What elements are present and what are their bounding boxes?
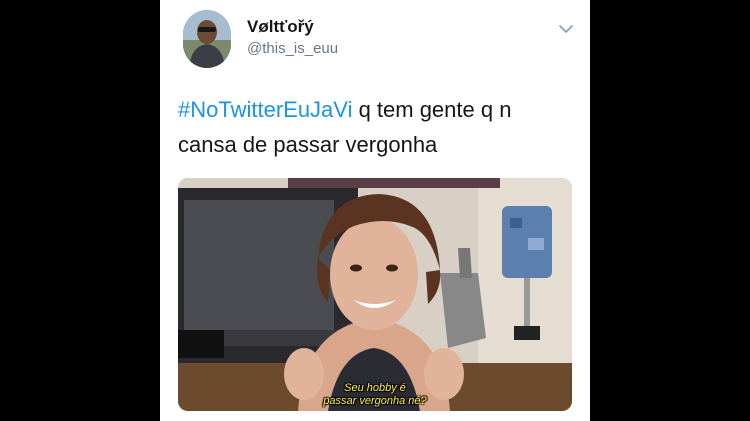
display-name[interactable]: Vøltťořý xyxy=(247,17,314,37)
avatar[interactable] xyxy=(183,10,231,68)
tweet-text-line2: cansa de passar vergonha xyxy=(178,132,438,157)
tweet-text: #NoTwitterEuJaVi q tem gente q n cansa d… xyxy=(178,92,573,162)
chevron-down-icon[interactable] xyxy=(557,22,575,34)
tweet-text-line1: q tem gente q n xyxy=(352,97,512,122)
video-subtitle: Seu hobby é passar vergonha né? xyxy=(178,382,572,408)
subtitle-line-2: passar vergonha né? xyxy=(323,395,427,407)
screenshot-frame: Vøltťořý @this_is_euu #NoTwitterEuJaVi q… xyxy=(0,0,750,421)
hashtag-link[interactable]: #NoTwitterEuJaVi xyxy=(178,97,352,122)
tweet-media-image[interactable]: Seu hobby é passar vergonha né? xyxy=(178,178,572,411)
avatar-photo xyxy=(183,10,231,68)
meme-photo xyxy=(178,178,572,411)
user-handle[interactable]: @this_is_euu xyxy=(247,40,338,57)
tweet-card: Vøltťořý @this_is_euu #NoTwitterEuJaVi q… xyxy=(160,0,590,421)
subtitle-line-1: Seu hobby é xyxy=(344,382,406,394)
